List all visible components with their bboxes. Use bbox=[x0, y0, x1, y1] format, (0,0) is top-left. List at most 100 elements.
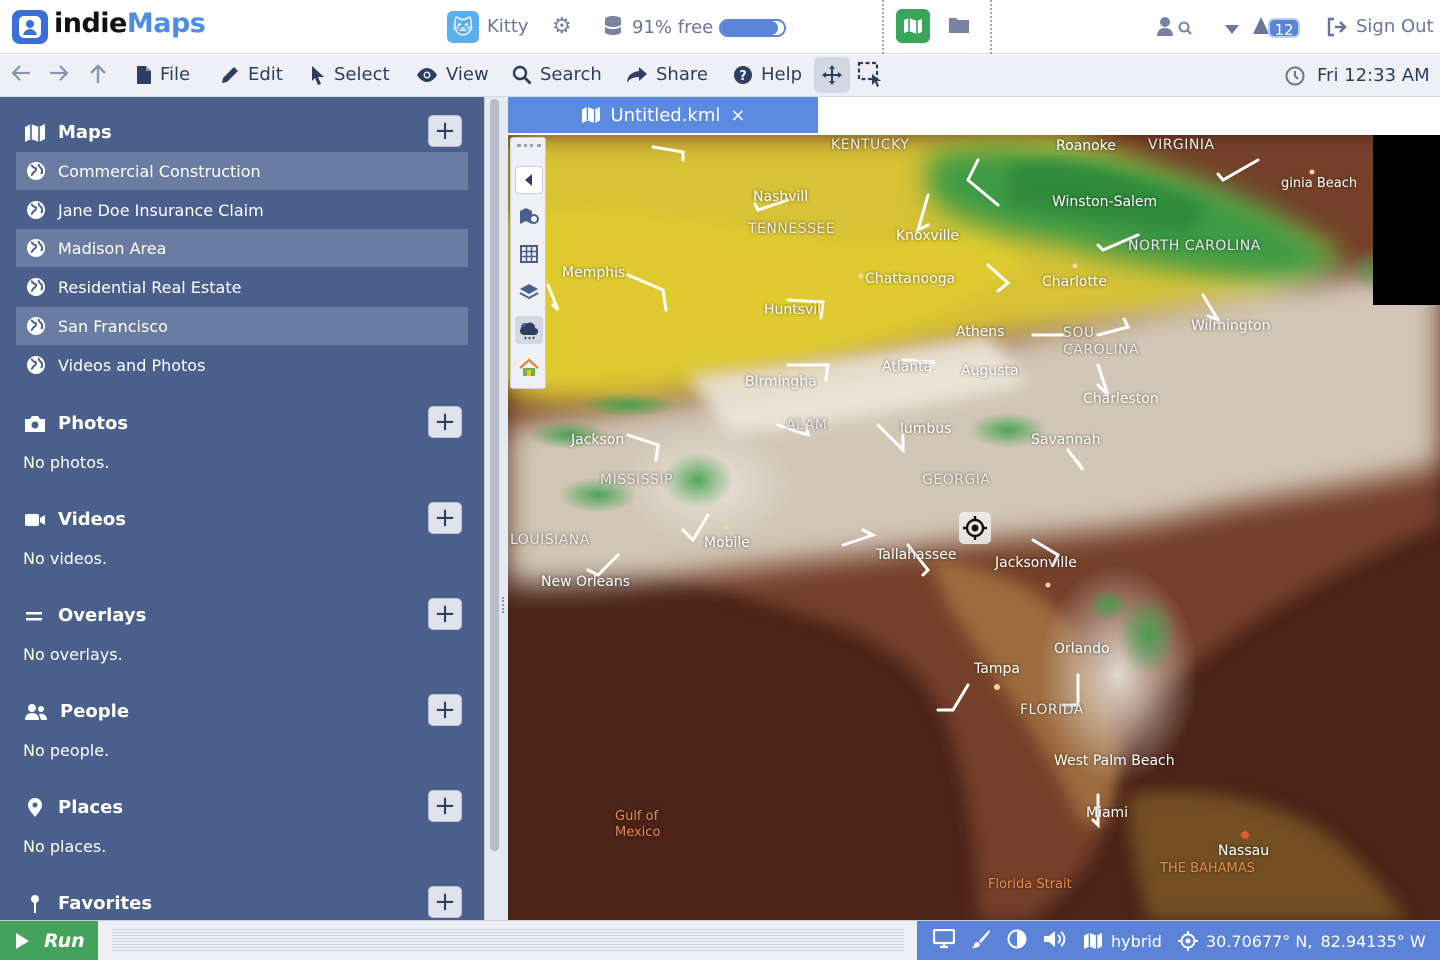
layers-tool[interactable] bbox=[515, 278, 543, 306]
favorites-section-header[interactable]: Favorites bbox=[24, 893, 152, 914]
console-output[interactable] bbox=[112, 929, 904, 953]
real-estate-tool[interactable] bbox=[515, 354, 543, 382]
bottom-bar: Run hybrid 30.70677° N, 82.94135° W bbox=[0, 920, 1440, 960]
coordinates-readout[interactable]: 30.70677° N, 82.94135° W bbox=[1177, 931, 1426, 951]
back-icon[interactable] bbox=[10, 63, 32, 89]
label-orlando: Orlando bbox=[1054, 641, 1110, 657]
user-name[interactable]: Kitty bbox=[487, 16, 529, 37]
label-atlanta: Atlanta bbox=[882, 359, 933, 375]
pencil-icon bbox=[222, 66, 238, 83]
map-list-item[interactable]: Residential Real Estate bbox=[16, 268, 468, 306]
label-kentucky: KENTUCKY bbox=[831, 137, 910, 153]
add-person-button[interactable]: + bbox=[428, 694, 462, 726]
menu-edit[interactable]: Edit bbox=[220, 64, 283, 85]
label-south-carolina-2: CAROLINA bbox=[1063, 342, 1140, 358]
label-roanoke: Roanoke bbox=[1056, 138, 1116, 154]
label-alabama: ALAM bbox=[786, 417, 828, 433]
caret-down-icon[interactable] bbox=[1224, 20, 1240, 39]
label-gulf-of-mexico-1: Gulf of bbox=[615, 809, 659, 824]
add-map-button[interactable]: + bbox=[428, 115, 462, 147]
volume-icon[interactable] bbox=[1043, 929, 1067, 953]
map-pin-tool[interactable] bbox=[515, 202, 543, 230]
select-area-button[interactable] bbox=[857, 61, 885, 93]
contrast-icon[interactable] bbox=[1007, 929, 1027, 953]
document-tab[interactable]: Untitled.kml × bbox=[508, 97, 818, 133]
map-icon[interactable] bbox=[896, 9, 930, 43]
label-charleston: Charleston bbox=[1083, 391, 1159, 407]
sign-out-icon bbox=[1327, 17, 1347, 36]
sign-out-button[interactable]: Sign Out bbox=[1326, 16, 1434, 37]
add-overlay-button[interactable]: + bbox=[428, 598, 462, 630]
videos-section-header[interactable]: Videos bbox=[24, 509, 126, 530]
map-icon bbox=[581, 106, 600, 124]
overlays-section-header[interactable]: Overlays bbox=[24, 605, 146, 626]
add-favorite-button[interactable]: + bbox=[428, 886, 462, 918]
divider bbox=[990, 0, 992, 54]
map-list-item[interactable]: Jane Doe Insurance Claim bbox=[16, 191, 468, 229]
people-icon bbox=[25, 703, 47, 720]
videos-empty: No videos. bbox=[23, 549, 107, 568]
panel-resize-handle[interactable] bbox=[502, 597, 505, 613]
globe-icon bbox=[27, 317, 45, 335]
sidebar-scrollbar-thumb[interactable] bbox=[490, 99, 499, 851]
close-icon[interactable]: × bbox=[730, 105, 745, 126]
label-savannah: Savannah bbox=[1031, 432, 1101, 448]
photos-empty: No photos. bbox=[23, 453, 110, 472]
weather-tool[interactable] bbox=[515, 316, 543, 344]
menu-file-label: File bbox=[160, 64, 191, 85]
menu-help[interactable]: ? Help bbox=[733, 64, 802, 85]
palette-drag-handle[interactable] bbox=[517, 144, 541, 148]
map-icon bbox=[25, 123, 45, 142]
notification-badge[interactable]: 12 bbox=[1268, 18, 1300, 39]
storage-usage-fill bbox=[721, 21, 779, 35]
select-area-icon bbox=[857, 61, 881, 87]
places-section-header[interactable]: Places bbox=[24, 797, 123, 818]
label-knoxville: Knoxville bbox=[896, 228, 960, 244]
label-augusta: Augusta bbox=[961, 363, 1019, 379]
map-list-item[interactable]: Madison Area bbox=[16, 229, 468, 267]
map-type-label: hybrid bbox=[1111, 931, 1162, 951]
pin-icon bbox=[28, 797, 42, 817]
label-tennessee: TENNESSEE bbox=[748, 221, 836, 237]
grid-tool[interactable] bbox=[515, 240, 543, 268]
folder-icon[interactable] bbox=[948, 15, 970, 39]
sidebar-scrollbar[interactable] bbox=[484, 97, 508, 920]
crosshair-marker[interactable] bbox=[959, 512, 991, 544]
map-list-item-label: Videos and Photos bbox=[58, 355, 206, 375]
map-list-item[interactable]: San Francisco bbox=[16, 307, 468, 345]
globe-icon bbox=[27, 239, 45, 257]
people-section-header[interactable]: People bbox=[24, 701, 129, 722]
label-winston-salem: Winston-Salem bbox=[1052, 194, 1158, 210]
menu-file[interactable]: File bbox=[136, 64, 190, 85]
monitor-icon[interactable] bbox=[932, 928, 956, 953]
run-label: Run bbox=[44, 930, 85, 952]
collapse-palette-button[interactable] bbox=[515, 166, 543, 194]
overlays-title: Overlays bbox=[58, 605, 147, 626]
forward-icon[interactable] bbox=[48, 63, 70, 89]
house-icon bbox=[519, 358, 539, 376]
gear-icon[interactable]: ⚙ bbox=[552, 14, 572, 39]
menu-search[interactable]: Search bbox=[512, 64, 602, 85]
map-type-toggle[interactable]: hybrid bbox=[1083, 932, 1162, 951]
cat-icon[interactable]: 🐱 bbox=[447, 11, 479, 43]
add-video-button[interactable]: + bbox=[428, 502, 462, 534]
label-nassau: Nassau bbox=[1218, 843, 1270, 859]
crosshair-icon bbox=[963, 516, 987, 540]
user-search-icon[interactable] bbox=[1156, 16, 1196, 42]
brush-icon[interactable] bbox=[971, 929, 991, 953]
move-tool-button[interactable] bbox=[814, 57, 850, 93]
menu-select[interactable]: Select bbox=[310, 64, 390, 85]
menu-share[interactable]: Share bbox=[626, 64, 708, 85]
up-icon[interactable] bbox=[88, 63, 108, 91]
maps-title: Maps bbox=[58, 122, 112, 143]
add-photo-button[interactable]: + bbox=[428, 406, 462, 438]
run-button[interactable]: Run bbox=[0, 921, 98, 960]
menu-view[interactable]: View bbox=[416, 64, 489, 85]
camera-icon bbox=[25, 415, 45, 432]
map-list-item[interactable]: Commercial Construction bbox=[16, 152, 468, 190]
maps-section-header[interactable]: Maps bbox=[24, 122, 112, 143]
map-list-item[interactable]: Videos and Photos bbox=[16, 346, 468, 384]
add-place-button[interactable]: + bbox=[428, 790, 462, 822]
photos-section-header[interactable]: Photos bbox=[24, 413, 128, 434]
map-view[interactable]: KENTUCKY VIRGINIA Roanoke ginia Beach Na… bbox=[508, 135, 1440, 920]
